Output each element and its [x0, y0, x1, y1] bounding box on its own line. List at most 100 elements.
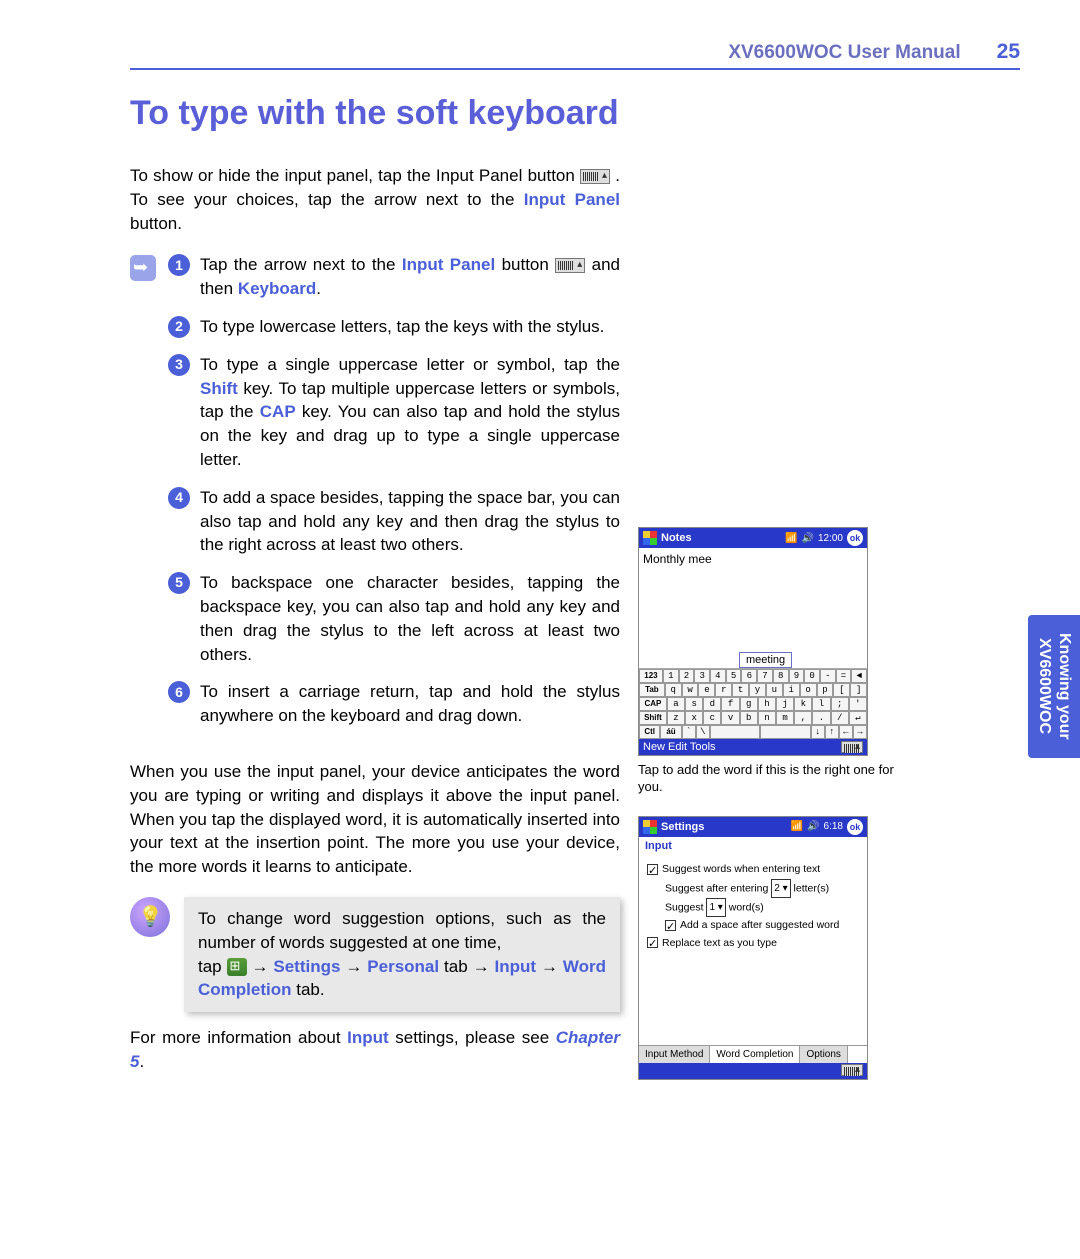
key[interactable]: v — [721, 711, 739, 725]
key[interactable]: x — [685, 711, 703, 725]
key[interactable]: q — [665, 683, 682, 697]
key[interactable]: t — [732, 683, 749, 697]
add-space-checkbox[interactable] — [665, 920, 676, 931]
input-panel-icon — [555, 258, 585, 273]
key[interactable]: ↵ — [849, 711, 867, 725]
key[interactable]: g — [740, 697, 758, 711]
key[interactable]: n — [758, 711, 776, 725]
key[interactable]: ↓ — [811, 725, 825, 739]
key[interactable]: h — [758, 697, 776, 711]
key[interactable]: 3 — [694, 669, 710, 683]
manual-title: XV6600WOC User Manual — [728, 42, 960, 64]
key[interactable]: , — [794, 711, 812, 725]
key[interactable]: f — [721, 697, 739, 711]
key[interactable]: ; — [831, 697, 849, 711]
key[interactable]: 0 — [804, 669, 820, 683]
key[interactable]: 123 — [639, 669, 663, 683]
key[interactable]: 6 — [741, 669, 757, 683]
chapter-side-tab: Knowing yourXV6600WOC — [1028, 615, 1080, 758]
key[interactable]: Ctl — [639, 725, 660, 739]
tip-bulb-icon — [130, 897, 170, 937]
soft-keyboard[interactable]: 1231234567890-=◄ Tabqwertyuiop[] CAPasdf… — [639, 668, 867, 739]
key[interactable]: CAP — [639, 697, 667, 711]
step-4: 4 To add a space besides, tapping the sp… — [168, 486, 620, 557]
key[interactable] — [710, 725, 760, 739]
suggest-words-checkbox[interactable] — [647, 864, 658, 875]
key[interactable]: o — [800, 683, 817, 697]
letters-select[interactable]: 2 — [771, 879, 790, 898]
key[interactable]: 5 — [726, 669, 742, 683]
input-panel-icon — [580, 169, 610, 184]
key[interactable]: 2 — [679, 669, 695, 683]
key[interactable]: z — [667, 711, 685, 725]
windows-flag-icon — [643, 820, 657, 834]
key[interactable]: s — [685, 697, 703, 711]
steps-list: 1 Tap the arrow next to the Input Panel … — [168, 253, 620, 742]
words-select[interactable]: 1 — [706, 898, 725, 917]
key[interactable]: 9 — [789, 669, 805, 683]
step-number-badge: 2 — [168, 316, 190, 338]
key[interactable]: d — [703, 697, 721, 711]
key[interactable]: = — [836, 669, 852, 683]
word-suggestion-popup[interactable]: meeting — [739, 652, 792, 668]
step-3: 3 To type a single uppercase letter or s… — [168, 353, 620, 472]
key[interactable]: ' — [849, 697, 867, 711]
note-text: Monthly mee — [643, 552, 712, 566]
key[interactable]: c — [703, 711, 721, 725]
section-title: To type with the soft keyboard — [130, 94, 1020, 133]
key[interactable]: ← — [839, 725, 853, 739]
key[interactable]: \ — [696, 725, 710, 739]
key[interactable]: m — [776, 711, 794, 725]
key[interactable]: . — [812, 711, 830, 725]
screenshot-caption: Tap to add the word if this is the right… — [638, 762, 898, 796]
intro-paragraph: To show or hide the input panel, tap the… — [130, 164, 620, 235]
tab-word-completion[interactable]: Word Completion — [710, 1046, 800, 1063]
key[interactable]: ] — [850, 683, 867, 697]
key[interactable]: u — [766, 683, 783, 697]
input-panel-icon[interactable] — [841, 741, 863, 753]
key[interactable]: a — [667, 697, 685, 711]
key[interactable]: j — [776, 697, 794, 711]
key[interactable]: ` — [682, 725, 696, 739]
key[interactable]: 4 — [710, 669, 726, 683]
key[interactable]: k — [794, 697, 812, 711]
page-number: 25 — [997, 40, 1020, 64]
step-number-badge: 1 — [168, 254, 190, 276]
key[interactable]: [ — [833, 683, 850, 697]
key[interactable]: l — [812, 697, 830, 711]
key[interactable]: b — [740, 711, 758, 725]
key[interactable]: Tab — [639, 683, 665, 697]
step-number-badge: 5 — [168, 572, 190, 594]
key[interactable]: ↑ — [825, 725, 839, 739]
key[interactable]: i — [783, 683, 800, 697]
step-number-badge: 4 — [168, 487, 190, 509]
input-panel-icon[interactable] — [841, 1064, 863, 1076]
speaker-icon: 🔊 — [807, 821, 819, 832]
settings-subheader: Input — [639, 837, 867, 855]
key[interactable]: ◄ — [851, 669, 867, 683]
key[interactable]: y — [749, 683, 766, 697]
tab-options[interactable]: Options — [800, 1046, 847, 1063]
step-5: 5 To backspace one character besides, ta… — [168, 571, 620, 666]
menu-bar[interactable]: New Edit Tools — [643, 741, 716, 753]
key[interactable] — [760, 725, 810, 739]
key[interactable]: 7 — [757, 669, 773, 683]
settings-tabs[interactable]: Input Method Word Completion Options — [639, 1045, 867, 1063]
key[interactable]: 8 — [773, 669, 789, 683]
key[interactable]: áü — [660, 725, 681, 739]
key[interactable]: → — [853, 725, 867, 739]
step-1: 1 Tap the arrow next to the Input Panel … — [168, 253, 620, 301]
key[interactable]: e — [698, 683, 715, 697]
key[interactable]: Shift — [639, 711, 667, 725]
signal-icon: 📶 — [791, 821, 803, 832]
key[interactable]: p — [817, 683, 834, 697]
key[interactable]: r — [715, 683, 732, 697]
replace-text-checkbox[interactable] — [647, 937, 658, 948]
ok-button[interactable]: ok — [847, 530, 863, 546]
tab-input-method[interactable]: Input Method — [639, 1046, 710, 1063]
key[interactable]: - — [820, 669, 836, 683]
ok-button[interactable]: ok — [847, 819, 863, 835]
key[interactable]: 1 — [663, 669, 679, 683]
key[interactable]: / — [831, 711, 849, 725]
key[interactable]: w — [682, 683, 699, 697]
